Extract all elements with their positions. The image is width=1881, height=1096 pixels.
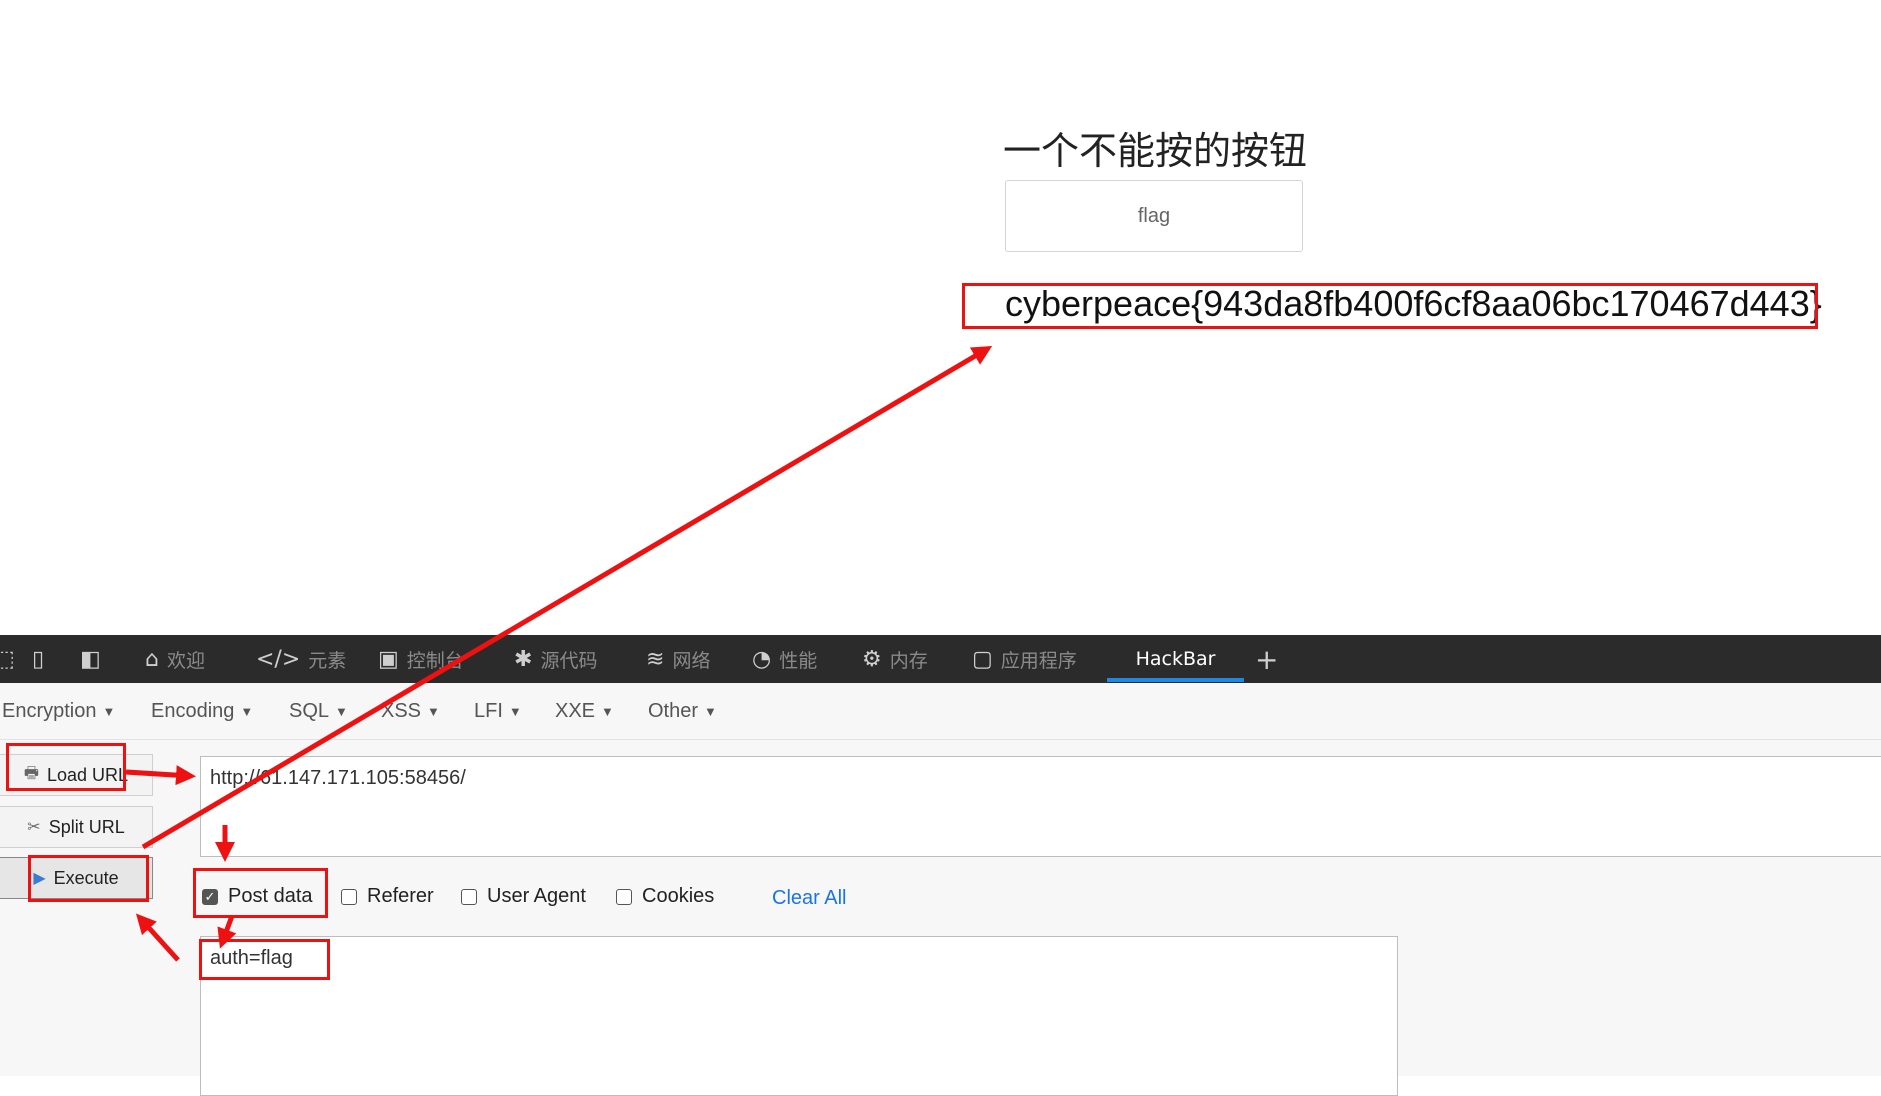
dock-side-icon[interactable]: ◧ <box>80 635 101 683</box>
menu-sql[interactable]: SQL ▼ <box>289 700 348 723</box>
tab-sources[interactable]: ✱ 源代码 <box>514 635 597 683</box>
tab-label: 欢迎 <box>166 649 205 672</box>
scissors-icon: ✂ <box>27 819 41 836</box>
checkbox-icon[interactable] <box>461 888 477 905</box>
tab-label: 元素 <box>308 649 347 672</box>
tab-label: 内存 <box>889 649 928 672</box>
home-icon: ⌂ <box>145 646 159 672</box>
menu-xxe[interactable]: XXE ▼ <box>555 700 614 723</box>
device-toolbar-icon[interactable]: ▯ <box>32 635 44 683</box>
app-icon: ▢ <box>972 646 993 672</box>
tab-performance[interactable]: ◔ 性能 <box>752 635 817 683</box>
code-icon: </> <box>256 646 301 672</box>
tab-console[interactable]: ▣ 控制台 <box>378 635 464 683</box>
url-input[interactable]: http://61.147.171.105:58456/ <box>200 756 1881 857</box>
tab-application[interactable]: ▢ 应用程序 <box>972 635 1077 683</box>
post-data-input[interactable]: auth=flag <box>200 936 1398 1096</box>
devtools-tabbar: ⬚ ▯ ◧ ⌂ 欢迎 </> 元素 ▣ 控制台 ✱ 源代码 ≋ 网络 ◔ 性能 … <box>0 635 1881 683</box>
bug-icon: ✱ <box>514 646 533 672</box>
load-url-button[interactable]: 🖶 Load URL <box>0 754 153 796</box>
flag-result-text: cyberpeace{943da8fb400f6cf8aa06bc170467d… <box>1005 283 1822 324</box>
option-referer[interactable]: Referer <box>341 885 434 908</box>
option-post-data[interactable]: ✓ Post data <box>202 885 313 908</box>
tab-welcome[interactable]: ⌂ 欢迎 <box>145 635 205 683</box>
page-heading: 一个不能按的按钮 <box>1003 129 1308 173</box>
tab-label: 应用程序 <box>1000 649 1077 672</box>
printer-icon: 🖶 <box>23 764 40 782</box>
plus-icon[interactable]: + <box>1255 635 1278 683</box>
menu-other[interactable]: Other ▼ <box>648 700 717 723</box>
caret-down-icon: ▼ <box>601 704 614 720</box>
caret-down-icon: ▼ <box>704 704 717 720</box>
menu-xss[interactable]: XSS ▼ <box>381 700 440 723</box>
tab-memory[interactable]: ⚙ 内存 <box>862 635 928 683</box>
tab-label: HackBar <box>1135 648 1216 670</box>
inspect-icon[interactable]: ⬚ <box>0 635 15 683</box>
option-cookies[interactable]: Cookies <box>616 885 714 908</box>
option-user-agent[interactable]: User Agent <box>461 885 586 908</box>
tab-elements[interactable]: </> 元素 <box>256 635 346 683</box>
checkbox-checked-icon[interactable]: ✓ <box>202 888 218 905</box>
caret-down-icon: ▼ <box>508 704 522 720</box>
execute-button[interactable]: ▶ Execute <box>0 857 153 899</box>
tab-network[interactable]: ≋ 网络 <box>646 635 710 683</box>
flag-button[interactable]: flag <box>1005 180 1303 252</box>
menu-encryption[interactable]: Encryption ▼ <box>2 700 115 723</box>
chip-icon: ⚙ <box>862 646 882 672</box>
checkbox-icon[interactable] <box>616 888 632 905</box>
caret-down-icon: ▼ <box>335 704 348 720</box>
hackbar-menubar <box>0 683 1881 740</box>
gauge-icon: ◔ <box>752 646 772 672</box>
play-icon: ▶ <box>33 870 46 887</box>
menu-encoding[interactable]: Encoding ▼ <box>151 700 253 723</box>
caret-down-icon: ▼ <box>102 704 116 720</box>
caret-down-icon: ▼ <box>427 704 440 720</box>
caret-down-icon: ▼ <box>240 704 254 720</box>
tab-label: 网络 <box>672 649 711 672</box>
split-url-button[interactable]: ✂ Split URL <box>0 806 153 848</box>
active-tab-indicator <box>1107 678 1244 682</box>
tab-label: 控制台 <box>406 649 464 672</box>
wifi-icon: ≋ <box>646 646 665 672</box>
tab-label: 源代码 <box>540 649 598 672</box>
menu-lfi[interactable]: LFI ▼ <box>474 700 522 723</box>
clear-all-link[interactable]: Clear All <box>772 887 846 910</box>
tab-label: 性能 <box>779 649 818 672</box>
console-icon: ▣ <box>378 646 399 672</box>
tab-hackbar[interactable]: HackBar <box>1107 635 1244 683</box>
checkbox-icon[interactable] <box>341 888 357 905</box>
